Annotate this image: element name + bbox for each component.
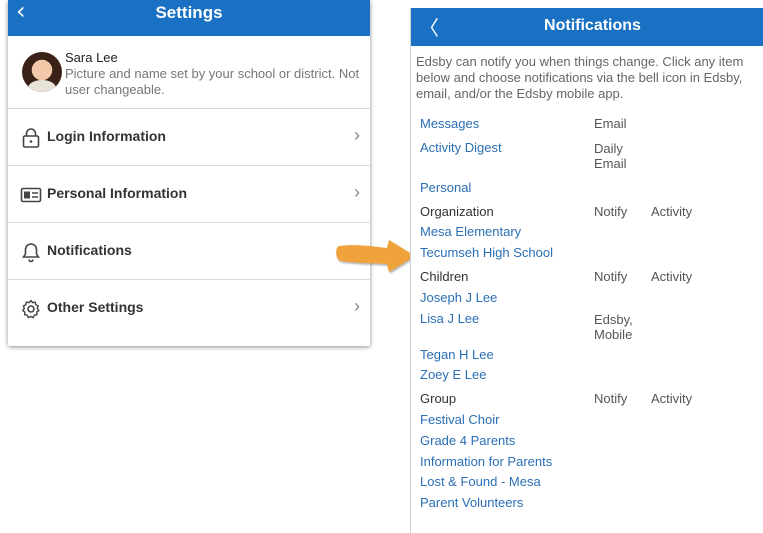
settings-item-other[interactable]: Other Settings › [8,280,370,336]
lock-icon [22,128,40,148]
intro-line: Edsby can notify you when things change.… [416,54,744,69]
group-item[interactable]: Lost & Found - Mesa [420,474,541,490]
child-item[interactable]: Zoey E Lee [420,367,487,383]
settings-item-label: Notifications [47,242,132,258]
settings-panel: ‹ Settings Sara Lee Picture and name set… [8,0,370,346]
group-item[interactable]: Grade 4 Parents [420,433,515,449]
group-notify: Notify [594,391,628,406]
intro-line: below and choose notifications via the b… [416,70,743,85]
organization-notify: Notify [594,204,628,219]
child-item[interactable]: Lisa J Lee [420,311,479,327]
notifications-title: Notifications [544,17,641,34]
notifications-panel: 〈 Notifications Edsby can notify you whe… [410,8,763,533]
chevron-right-icon: › [354,296,360,316]
group-item[interactable]: Festival Choir [420,412,499,428]
activity-digest-value: Daily Email [594,141,627,171]
profile-name: Sara Lee [65,50,118,65]
gear-icon [22,299,40,319]
organization-activity: Activity [651,204,693,219]
org-item[interactable]: Mesa Elementary [420,224,521,240]
settings-item-label: Other Settings [47,299,144,315]
child-item[interactable]: Joseph J Lee [420,290,497,306]
settings-item-label: Personal Information [47,185,188,201]
settings-item-label: Login Information [47,128,166,144]
child-item[interactable]: Tegan H Lee [420,347,494,363]
settings-item-personal[interactable]: Personal Information › [8,166,370,223]
avatar [22,52,62,92]
bell-icon [22,243,40,263]
group-activity: Activity [651,391,693,406]
profile-section: Sara Lee Picture and name set by your sc… [8,37,370,109]
children-notify: Notify [594,269,628,284]
org-item[interactable]: Tecumseh High School [420,245,553,261]
children-heading: Children [420,269,469,284]
group-item[interactable]: Information for Parents [420,454,552,470]
settings-item-login[interactable]: Login Information › [8,109,370,166]
chevron-right-icon: › [354,125,360,145]
group-heading: Group [420,391,457,406]
personal-link[interactable]: Personal [420,180,471,196]
activity-digest-link[interactable]: Activity Digest [420,140,502,156]
chevron-right-icon: › [354,182,360,202]
notifications-header: 〈 Notifications [411,8,763,46]
notifications-intro: Edsby can notify you when things change.… [416,54,763,102]
group-item[interactable]: Parent Volunteers [420,495,523,511]
settings-title: Settings [155,3,223,22]
settings-header: ‹ Settings [8,0,370,36]
children-activity: Activity [651,269,693,284]
id-card-icon [20,187,42,203]
messages-link[interactable]: Messages [420,116,479,132]
child-item-value: Edsby, Mobile [594,312,633,342]
organization-heading: Organization [420,204,494,219]
messages-value: Email [594,116,627,131]
settings-item-notifications[interactable]: Notifications [8,223,370,280]
intro-line: email, and/or the Edsby mobile app. [416,86,624,101]
pointer-arrow-icon [336,240,415,272]
profile-description: Picture and name set by your school or d… [65,66,360,97]
